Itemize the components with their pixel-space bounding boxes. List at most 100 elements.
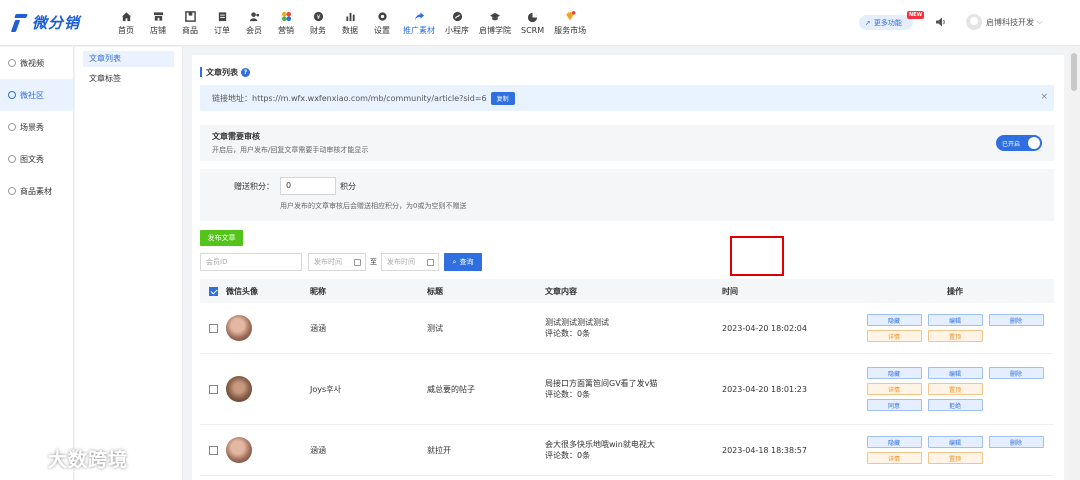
scene-icon: [8, 123, 16, 131]
detail-button[interactable]: 详情: [866, 383, 922, 395]
sidebar-item-video[interactable]: 微视频: [0, 47, 73, 79]
row-checkbox[interactable]: [208, 384, 218, 394]
sidebar-item-image-text[interactable]: 图文秀: [0, 143, 73, 175]
row-checkbox[interactable]: [208, 323, 218, 333]
start-date-input[interactable]: 发布时间: [308, 253, 366, 271]
scrollbar-thumb[interactable]: [1071, 53, 1077, 91]
table-row: 涵涵 就拉开 会大很多快乐地哦win就电视大 评论数：0条 2023-04-18 …: [200, 425, 1054, 476]
sub-item-article-tags[interactable]: 文章标签: [83, 71, 174, 87]
member-icon: [248, 10, 260, 22]
end-date-input[interactable]: 发布时间: [381, 253, 439, 271]
row-actions: 隐藏 编辑 删除 详情 置顶: [856, 314, 1054, 342]
table-row: 涵涵 测试 测试测试测试测试 评论数：0条 2023-04-20 18:02:04…: [200, 303, 1054, 354]
review-setting: 文章需要审核 开启后，用户发布/回复文章需要手动审核才能显示 已开启: [200, 125, 1054, 161]
points-desc: 用户发布的文章审核后会赠送相应积分，为0或为空则不赠送: [280, 202, 467, 210]
col-avatar: 微信头像: [226, 286, 258, 296]
reject-button[interactable]: 拒绝: [927, 399, 983, 411]
nav-store[interactable]: 店铺: [142, 0, 174, 46]
detail-button[interactable]: 详情: [866, 330, 922, 342]
main-nav: 首页 店铺 商品 订单 会员 营销 ¥ 财务 数据 设置 推广素材 小程序 启博…: [110, 0, 591, 46]
article-table: 微信头像 昵称 标题 文章内容 时间 操作 涵涵 测试 测试测试测试测试 评论数：…: [200, 279, 1054, 476]
logo-icon: [12, 12, 28, 32]
svg-text:¥: ¥: [316, 12, 320, 20]
material-icon: [8, 187, 16, 195]
col-content: 文章内容: [545, 286, 577, 296]
pin-button[interactable]: 置顶: [927, 452, 983, 464]
brand-logo[interactable]: 微分销: [12, 10, 80, 34]
col-title: 标题: [427, 286, 443, 296]
nav-finance[interactable]: ¥ 财务: [302, 0, 334, 46]
sidebar-item-product-material[interactable]: 商品素材: [0, 175, 73, 207]
finance-icon: ¥: [312, 10, 324, 22]
article-content: 会大很多快乐地哦win就电视大 评论数：0条: [545, 440, 655, 460]
nav-academy[interactable]: 启博学院: [474, 0, 516, 46]
rocket-icon: ➚: [865, 18, 871, 27]
nav-member[interactable]: 会员: [238, 0, 270, 46]
nav-miniapp[interactable]: 小程序: [440, 0, 474, 46]
sidebar-item-community[interactable]: 微社区: [0, 79, 73, 111]
pin-button[interactable]: 置顶: [927, 330, 983, 342]
article-content: 测试测试测试测试 评论数：0条: [545, 318, 609, 338]
points-input[interactable]: 0: [280, 177, 336, 195]
close-icon[interactable]: ×: [1040, 92, 1048, 102]
pie-icon: [527, 11, 539, 23]
nickname: 涵涵: [310, 323, 326, 333]
avatar: [226, 437, 252, 463]
more-features-button[interactable]: ➚ 更多功能: [859, 15, 913, 30]
page-title: 文章列表 ?: [200, 67, 250, 77]
select-all-checkbox[interactable]: [208, 286, 218, 296]
publish-article-button[interactable]: 发布文章: [200, 230, 243, 246]
image-icon: [8, 155, 16, 163]
avatar: [966, 14, 982, 30]
review-toggle[interactable]: 已开启: [996, 135, 1042, 151]
order-icon: [216, 10, 228, 22]
gear-icon: [376, 10, 388, 22]
post-time: 2023-04-20 18:02:04: [722, 323, 807, 333]
nav-service-market[interactable]: 服务市场: [549, 0, 591, 46]
pin-button[interactable]: 置顶: [927, 383, 983, 395]
table-header: 微信头像 昵称 标题 文章内容 时间 操作: [200, 279, 1054, 303]
sub-item-article-list[interactable]: 文章列表: [83, 51, 174, 67]
brand-name: 微分销: [32, 13, 81, 32]
approve-button[interactable]: 同意: [866, 399, 922, 411]
miniapp-icon: [451, 10, 463, 22]
scrollbar[interactable]: [1068, 47, 1080, 480]
watermark: 大数跨境: [8, 445, 128, 472]
highlight-annotation: [730, 236, 784, 276]
query-button[interactable]: ⌕ 查询: [444, 253, 482, 271]
nav-home[interactable]: 首页: [110, 0, 142, 46]
delete-button[interactable]: 删除: [988, 314, 1044, 326]
help-icon[interactable]: ?: [241, 67, 250, 77]
edit-button[interactable]: 编辑: [927, 436, 983, 448]
hide-button[interactable]: 隐藏: [866, 314, 922, 326]
edit-button[interactable]: 编辑: [927, 314, 983, 326]
hide-button[interactable]: 隐藏: [866, 367, 922, 379]
detail-button[interactable]: 详情: [866, 452, 922, 464]
delete-button[interactable]: 删除: [988, 367, 1044, 379]
community-icon: [8, 91, 16, 99]
nav-data[interactable]: 数据: [334, 0, 366, 46]
user-menu[interactable]: 启博科技开发 ⌵: [966, 14, 1042, 30]
row-checkbox[interactable]: [208, 445, 218, 455]
nav-marketing[interactable]: 营销: [270, 0, 302, 46]
nav-product[interactable]: 商品: [174, 0, 206, 46]
share-icon: [413, 10, 425, 22]
hide-button[interactable]: 隐藏: [866, 436, 922, 448]
chart-icon: [344, 10, 356, 22]
copy-button[interactable]: 复制: [490, 91, 515, 105]
col-nickname: 昵称: [310, 286, 326, 296]
chevron-down-icon: ⌵: [1037, 17, 1043, 26]
member-id-input[interactable]: 会员ID: [200, 253, 302, 271]
nav-promotion[interactable]: 推广素材: [398, 0, 440, 46]
nav-scrm[interactable]: SCRM: [516, 0, 549, 46]
delete-button[interactable]: 删除: [988, 436, 1044, 448]
watermark-logo-icon: [8, 446, 48, 472]
nav-order[interactable]: 订单: [206, 0, 238, 46]
speaker-icon[interactable]: [935, 16, 947, 28]
top-header: 微分销 首页 店铺 商品 订单 会员 营销 ¥ 财务 数据 设置 推广素材 小程…: [0, 0, 1080, 46]
nav-settings[interactable]: 设置: [366, 0, 398, 46]
product-icon: [184, 10, 196, 22]
edit-button[interactable]: 编辑: [927, 367, 983, 379]
review-desc: 开启后，用户发布/回复文章需要手动审核才能显示: [212, 146, 369, 154]
sidebar-item-scene[interactable]: 场景秀: [0, 111, 73, 143]
